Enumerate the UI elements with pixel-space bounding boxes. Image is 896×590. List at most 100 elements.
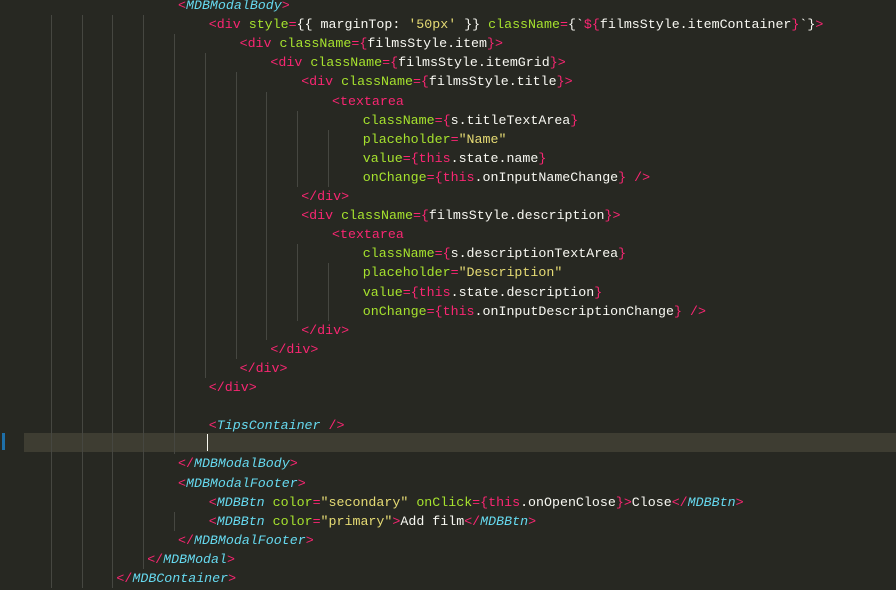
code-token: this bbox=[442, 303, 475, 319]
code-token: { bbox=[420, 208, 429, 224]
code-token: "Description" bbox=[458, 265, 563, 281]
code-token: } bbox=[674, 303, 683, 319]
code-token: > bbox=[297, 475, 306, 491]
code-token: div bbox=[309, 74, 334, 90]
code-token: filmsStyle.itemGrid bbox=[398, 55, 550, 71]
code-token: textarea bbox=[339, 227, 404, 243]
code-token: onChange bbox=[362, 169, 427, 185]
code-token: `} bbox=[799, 17, 816, 33]
code-line: <TipsContainer /> bbox=[209, 416, 345, 435]
code-token: = bbox=[312, 494, 321, 510]
code-token: .onOpenClose bbox=[520, 494, 616, 510]
code-token: onChange bbox=[362, 303, 427, 319]
code-token: MDBModalBody bbox=[193, 456, 290, 472]
code-token: = bbox=[382, 55, 391, 71]
code-token: < bbox=[178, 475, 186, 491]
code-line: <div className={filmsStyle.title}> bbox=[301, 72, 572, 91]
indent-guide bbox=[328, 129, 329, 187]
code-token: = bbox=[426, 303, 435, 319]
code-token: .state.description bbox=[450, 284, 595, 300]
code-token: } bbox=[618, 246, 627, 262]
code-token: className bbox=[310, 55, 383, 71]
code-token: Add film bbox=[400, 513, 465, 529]
code-token: { bbox=[434, 303, 443, 319]
code-line: <div className={filmsStyle.description}> bbox=[301, 206, 620, 225]
code-token: = bbox=[288, 17, 297, 33]
code-line: </div> bbox=[301, 321, 349, 340]
code-line: </div> bbox=[209, 378, 257, 397]
code-token: /> bbox=[634, 169, 651, 185]
code-token: div bbox=[247, 36, 272, 52]
code-token: > bbox=[735, 494, 744, 510]
code-token: onClick bbox=[416, 494, 473, 510]
code-token: > bbox=[557, 55, 566, 71]
indent-guide bbox=[174, 34, 175, 455]
code-token: .onInputDescriptionChange bbox=[474, 303, 675, 319]
code-token: < bbox=[208, 494, 217, 510]
code-token: > bbox=[341, 189, 350, 204]
code-editor[interactable]: <MDBModalBody> <div style={{ marginTop: '… bbox=[0, 0, 896, 590]
code-token: "secondary" bbox=[320, 494, 409, 510]
code-token: MDBContainer bbox=[132, 571, 229, 586]
code-token: </ bbox=[178, 532, 194, 548]
indent-guide bbox=[112, 15, 113, 589]
code-token: div bbox=[317, 322, 342, 338]
code-token: {{ marginTop: bbox=[296, 17, 409, 33]
code-token: style bbox=[248, 17, 289, 33]
code-token: ${ bbox=[583, 17, 600, 33]
code-token: { bbox=[410, 150, 419, 166]
code-token: < bbox=[208, 513, 217, 529]
code-token: value bbox=[362, 150, 403, 166]
code-token: </ bbox=[671, 494, 688, 510]
code-token: placeholder bbox=[362, 265, 451, 281]
code-token: value bbox=[362, 284, 403, 300]
code-token: </ bbox=[270, 341, 287, 357]
code-line: </div> bbox=[270, 340, 318, 359]
code-token: className bbox=[279, 36, 352, 52]
code-token: "primary" bbox=[320, 513, 393, 529]
code-token: className bbox=[362, 112, 435, 128]
indent-guide bbox=[205, 53, 206, 378]
code-token: MDBBtn bbox=[480, 513, 529, 529]
code-line: <MDBModalFooter> bbox=[178, 474, 306, 493]
code-token: className bbox=[341, 208, 413, 224]
code-line: </MDBModalFooter> bbox=[178, 531, 314, 550]
code-token: = bbox=[434, 112, 443, 128]
indent-guide bbox=[174, 511, 175, 531]
code-token: className bbox=[362, 246, 435, 262]
code-token: filmsStyle.itemContainer bbox=[599, 17, 792, 33]
code-token: MDBModalFooter bbox=[185, 475, 298, 491]
code-token: div bbox=[286, 341, 311, 357]
code-token: { bbox=[480, 494, 489, 510]
code-line: className={s.titleTextArea} bbox=[363, 111, 578, 130]
indent-guide bbox=[236, 72, 237, 359]
code-line: </div> bbox=[240, 359, 288, 378]
code-token: } bbox=[615, 494, 624, 510]
code-token: '50px' bbox=[408, 17, 457, 33]
code-line: className={s.descriptionTextArea} bbox=[363, 244, 626, 263]
code-token: < bbox=[208, 418, 217, 434]
code-token: < bbox=[301, 208, 310, 224]
code-token: < bbox=[332, 93, 340, 109]
indent-guide bbox=[297, 110, 298, 187]
code-token: </ bbox=[239, 360, 256, 376]
code-token: < bbox=[332, 227, 340, 243]
code-token: /> bbox=[690, 303, 706, 319]
code-token: </ bbox=[208, 380, 225, 395]
code-token: > bbox=[281, 0, 290, 13]
code-token: = bbox=[472, 494, 481, 510]
code-token: > bbox=[289, 456, 298, 472]
code-token: } bbox=[487, 36, 495, 52]
text-caret bbox=[207, 434, 208, 451]
code-line: <textarea bbox=[332, 92, 404, 111]
code-line: placeholder="Name" bbox=[363, 130, 507, 149]
code-token: div bbox=[309, 208, 334, 224]
code-token: } bbox=[570, 112, 579, 128]
code-line: </MDBModalBody> bbox=[178, 454, 298, 473]
code-token: = bbox=[402, 150, 411, 166]
editor-gutter bbox=[0, 0, 24, 590]
